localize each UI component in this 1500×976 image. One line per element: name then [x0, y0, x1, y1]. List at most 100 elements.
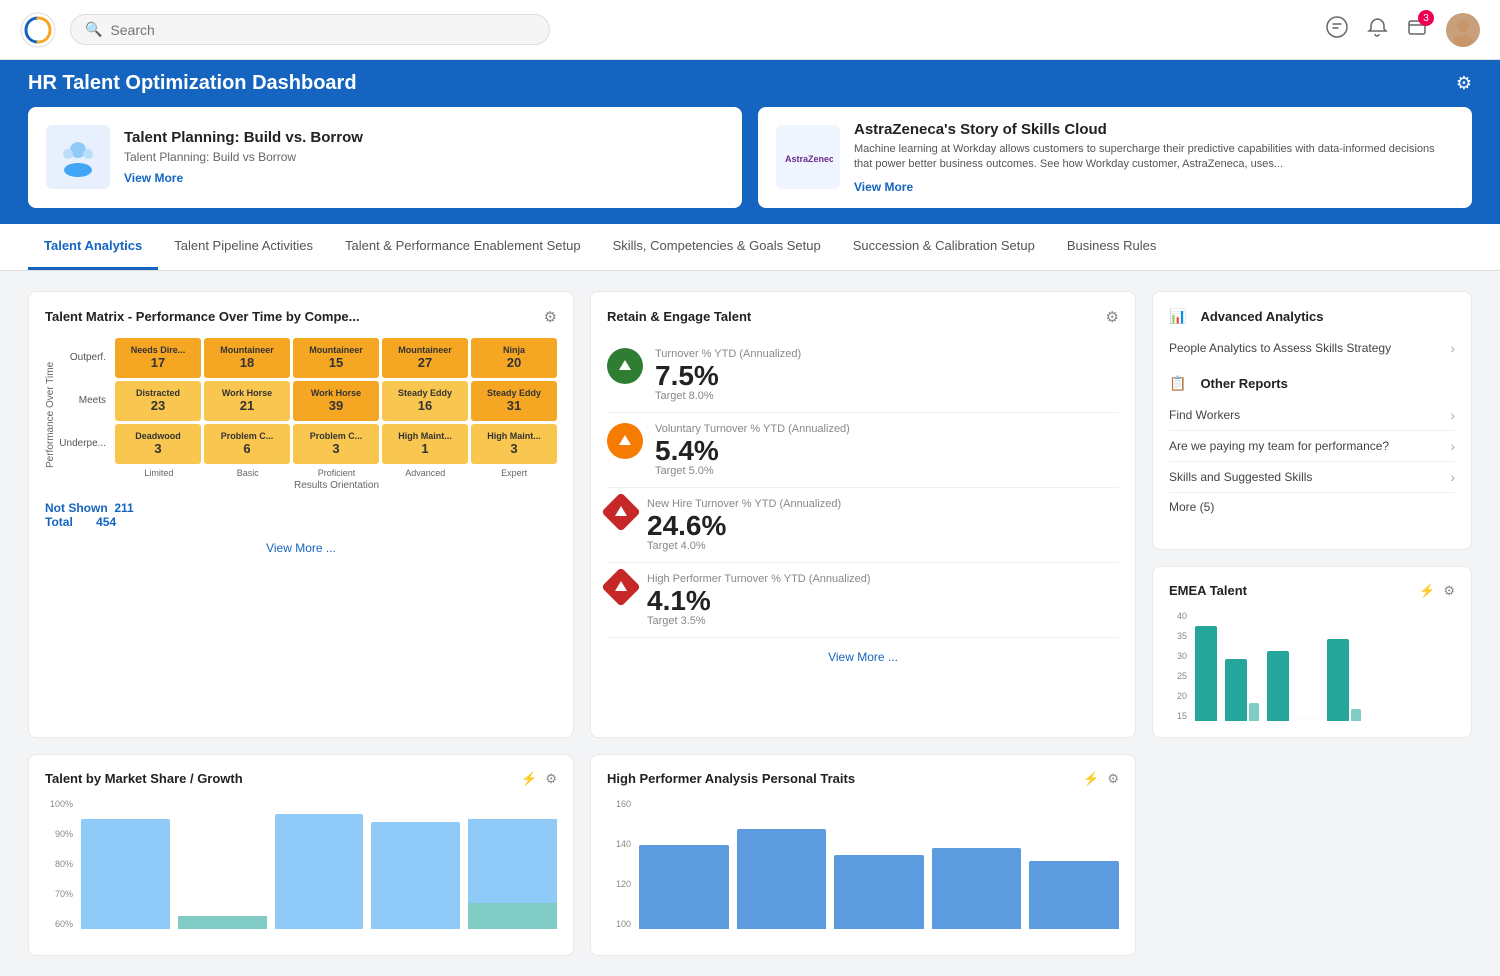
- chevron-right-icon-4: ›: [1450, 469, 1455, 485]
- cell-num: 20: [507, 355, 521, 370]
- retain-engage-card: Retain & Engage Talent ⚙ Turnover % YTD …: [590, 291, 1136, 738]
- notification-icon[interactable]: [1366, 16, 1388, 43]
- emea-bar-dark-1: [1195, 626, 1217, 721]
- matrix-cell-3-3[interactable]: Problem C... 3: [293, 424, 379, 464]
- cell-name: Work Horse: [222, 388, 272, 398]
- hp-bars: [639, 799, 1119, 929]
- matrix-cell-1-5[interactable]: Ninja 20: [471, 338, 557, 378]
- search-input[interactable]: [110, 22, 535, 38]
- hp-bar-1: [639, 845, 729, 929]
- matrix-row-label-1: Outperf.: [60, 338, 112, 378]
- promo-subtitle-talent: Talent Planning: Build vs Borrow: [124, 150, 724, 164]
- hp-gear-icon[interactable]: ⚙: [1107, 771, 1119, 787]
- matrix-cell-3-2[interactable]: Problem C... 6: [204, 424, 290, 464]
- matrix-stats: Not Shown 211 Total 454: [45, 501, 557, 529]
- tab-skills[interactable]: Skills, Competencies & Goals Setup: [597, 224, 837, 270]
- matrix-wrapper: Performance Over Time Outperf. Needs Dir…: [45, 338, 557, 491]
- high-performer-title: High Performer Analysis Personal Traits: [607, 771, 855, 786]
- tab-business-rules[interactable]: Business Rules: [1051, 224, 1173, 270]
- matrix-cell-2-4[interactable]: Steady Eddy 16: [382, 381, 468, 421]
- search-bar[interactable]: 🔍: [70, 14, 550, 45]
- emea-y-labels: 40 35 30 25 20 15: [1169, 611, 1191, 721]
- dashboard-gear-icon[interactable]: ⚙: [1456, 73, 1472, 94]
- tab-talent-analytics[interactable]: Talent Analytics: [28, 224, 158, 270]
- analytics-reports-card: 📊 Advanced Analytics People Analytics to…: [1152, 291, 1472, 550]
- inbox-badge: 3: [1418, 10, 1434, 26]
- tab-enablement[interactable]: Talent & Performance Enablement Setup: [329, 224, 597, 270]
- hp-bar-2: [737, 829, 827, 929]
- emea-bar-group-2: [1225, 659, 1259, 721]
- matrix-cell-1-2[interactable]: Mountaineer 18: [204, 338, 290, 378]
- market-share-gear-icon[interactable]: ⚙: [545, 771, 557, 787]
- chat-icon[interactable]: [1326, 16, 1348, 43]
- matrix-row-label-2: Meets: [60, 381, 112, 421]
- promo-thumb-talent: [46, 125, 110, 189]
- matrix-view-more[interactable]: View More ...: [45, 541, 557, 555]
- promo-card-astrazeneca[interactable]: AstraZeneca AstraZeneca's Story of Skill…: [758, 107, 1472, 208]
- analytics-link-1[interactable]: People Analytics to Assess Skills Strate…: [1169, 333, 1455, 363]
- hp-filter-icon[interactable]: ⚡: [1083, 771, 1099, 787]
- matrix-cell-1-3[interactable]: Mountaineer 15: [293, 338, 379, 378]
- report-link-3[interactable]: Skills and Suggested Skills ›: [1169, 462, 1455, 493]
- cell-name: High Maint...: [487, 431, 541, 441]
- metric-content-4: High Performer Turnover % YTD (Annualize…: [647, 573, 1119, 627]
- emea-bar-dark-3: [1267, 651, 1289, 721]
- report-link-2[interactable]: Are we paying my team for performance? ›: [1169, 431, 1455, 462]
- report-link-more[interactable]: More (5): [1169, 493, 1455, 521]
- emea-bar-group-5: [1327, 639, 1361, 721]
- talent-matrix-gear-icon[interactable]: ⚙: [544, 308, 557, 326]
- tab-succession[interactable]: Succession & Calibration Setup: [837, 224, 1051, 270]
- workday-logo[interactable]: [20, 12, 56, 48]
- promo-card-talent-planning[interactable]: Talent Planning: Build vs. Borrow Talent…: [28, 107, 742, 208]
- metric-icon-orange: [607, 423, 643, 459]
- high-performer-icons: ⚡ ⚙: [1083, 771, 1119, 787]
- emea-filter-icon[interactable]: ⚡: [1419, 583, 1435, 599]
- report-link-1[interactable]: Find Workers ›: [1169, 400, 1455, 431]
- matrix-cell-2-5[interactable]: Steady Eddy 31: [471, 381, 557, 421]
- metric-target-1: Target 8.0%: [655, 390, 1119, 402]
- matrix-cell-2-3[interactable]: Work Horse 39: [293, 381, 379, 421]
- inbox-icon[interactable]: 3: [1406, 16, 1428, 43]
- cell-num: 3: [332, 441, 339, 456]
- advanced-analytics-title: 📊 Advanced Analytics: [1169, 308, 1455, 325]
- retain-engage-view-more[interactable]: View More ...: [607, 650, 1119, 664]
- metric-label-4: High Performer Turnover % YTD (Annualize…: [647, 573, 1119, 585]
- metric-content-1: Turnover % YTD (Annualized) 7.5% Target …: [655, 348, 1119, 402]
- cell-num: 18: [240, 355, 254, 370]
- matrix-cell-2-1[interactable]: Distracted 23: [115, 381, 201, 421]
- promo-link-talent[interactable]: View More: [124, 171, 183, 185]
- cell-num: 15: [329, 355, 343, 370]
- retain-engage-gear-icon[interactable]: ⚙: [1106, 308, 1119, 326]
- promo-content-astra: AstraZeneca's Story of Skills Cloud Mach…: [854, 121, 1454, 194]
- market-share-filter-icon[interactable]: ⚡: [521, 771, 537, 787]
- market-share-chart: 100% 90% 80% 70% 60%: [45, 799, 557, 939]
- matrix-cell-3-5[interactable]: High Maint... 3: [471, 424, 557, 464]
- cell-name: Problem C...: [310, 431, 363, 441]
- metric-content-3: New Hire Turnover % YTD (Annualized) 24.…: [647, 498, 1119, 552]
- cell-name: Problem C...: [221, 431, 274, 441]
- promo-row: Talent Planning: Build vs. Borrow Talent…: [0, 107, 1500, 224]
- metric-icon-red-2: [601, 567, 641, 607]
- matrix-row-2: Meets Distracted 23 Work Horse 21 Work H…: [60, 381, 557, 421]
- market-share-title: Talent by Market Share / Growth: [45, 771, 243, 786]
- promo-link-astra[interactable]: View More: [854, 180, 913, 194]
- high-performer-header: High Performer Analysis Personal Traits …: [607, 771, 1119, 787]
- emea-bar-group-1: [1195, 626, 1217, 721]
- matrix-cell-1-4[interactable]: Mountaineer 27: [382, 338, 468, 378]
- matrix-cell-2-2[interactable]: Work Horse 21: [204, 381, 290, 421]
- cell-num: 39: [329, 398, 343, 413]
- x-label-2: Basic: [205, 468, 291, 478]
- matrix-row-label-3: Underpe...: [60, 424, 112, 464]
- avatar[interactable]: [1446, 13, 1480, 47]
- matrix-cell-1-1[interactable]: Needs Dire... 17: [115, 338, 201, 378]
- emea-chart-wrapper: 40 35 30 25 20 15: [1169, 611, 1455, 721]
- other-reports-icon: 📋: [1169, 375, 1186, 392]
- cell-name: Distracted: [136, 388, 180, 398]
- tab-pipeline[interactable]: Talent Pipeline Activities: [158, 224, 329, 270]
- matrix-cell-3-1[interactable]: Deadwood 3: [115, 424, 201, 464]
- right-panel: 📊 Advanced Analytics People Analytics to…: [1152, 291, 1472, 738]
- matrix-cell-3-4[interactable]: High Maint... 1: [382, 424, 468, 464]
- matrix-x-labels: Limited Basic Proficient Advanced Expert: [60, 468, 557, 478]
- emea-gear-icon[interactable]: ⚙: [1443, 583, 1455, 599]
- hp-bar-4: [932, 848, 1022, 929]
